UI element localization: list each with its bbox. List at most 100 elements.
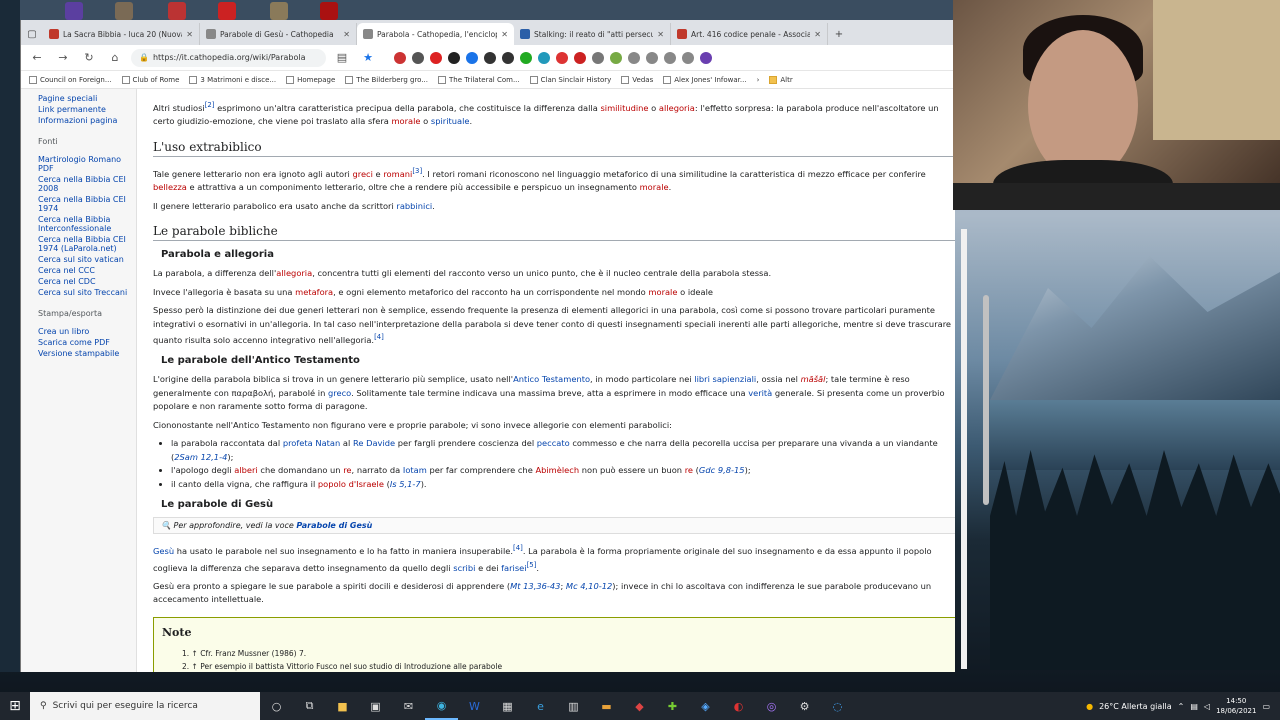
wiki-link[interactable]: verità: [748, 388, 772, 398]
desktop-app-icon[interactable]: [65, 2, 83, 20]
url-field[interactable]: 🔒 https://it.cathopedia.org/wiki/Parabola: [131, 48, 326, 67]
wiki-link[interactable]: morale: [391, 116, 420, 126]
wiki-link[interactable]: re: [343, 465, 351, 475]
bookmark[interactable]: Homepage: [286, 75, 335, 84]
extension-icon[interactable]: [646, 51, 658, 64]
file-explorer-icon[interactable]: ■: [326, 692, 359, 720]
wiki-link[interactable]: Parabole di Gesù: [296, 521, 372, 530]
close-icon[interactable]: ✕: [186, 30, 193, 39]
sidebar-link[interactable]: Cerca sul sito vatican: [38, 255, 136, 264]
ie-icon[interactable]: e: [524, 692, 557, 720]
wiki-link[interactable]: Gesù: [153, 546, 174, 556]
bible-ref-link[interactable]: Mc 4,10-12: [566, 581, 612, 591]
wiki-link[interactable]: morale: [640, 182, 669, 192]
edge-browser-icon[interactable]: ◉: [425, 692, 458, 720]
ref-link[interactable]: [5]: [527, 561, 537, 569]
forward-icon[interactable]: →: [53, 49, 73, 67]
scrollbar-thumb[interactable]: [983, 295, 989, 505]
extension-icon[interactable]: [682, 51, 694, 64]
wiki-link[interactable]: Re Davide: [353, 438, 395, 448]
close-icon[interactable]: ✕: [501, 30, 508, 39]
app-icon[interactable]: ◌: [821, 692, 854, 720]
tab[interactable]: Art. 416 codice penale - Associa ✕: [671, 23, 828, 45]
wiki-link[interactable]: spirituale: [431, 116, 470, 126]
wiki-link[interactable]: popolo d'Israele: [318, 479, 384, 489]
desktop-app-icon[interactable]: [270, 2, 288, 20]
bookmark[interactable]: 3 Matrimoni e disce...: [189, 75, 276, 84]
extension-icon[interactable]: [484, 51, 496, 64]
wiki-link[interactable]: rabbinici: [396, 201, 432, 211]
ref-link[interactable]: [2]: [205, 101, 215, 109]
word-icon[interactable]: W: [458, 692, 491, 720]
tab[interactable]: Parabole di Gesù - Cathopedia ✕: [200, 23, 357, 45]
extension-icon[interactable]: [520, 51, 532, 64]
close-icon[interactable]: ✕: [657, 30, 664, 39]
wiki-link[interactable]: re: [685, 465, 693, 475]
volume-icon[interactable]: ◁: [1204, 702, 1210, 711]
extension-icon[interactable]: [448, 51, 460, 64]
settings-icon[interactable]: ⚙: [788, 692, 821, 720]
sidebar-link[interactable]: Cerca nella Bibbia CEI 2008: [38, 175, 136, 193]
taskbar-search[interactable]: ⚲ Scrivi qui per eseguire la ricerca: [30, 692, 260, 720]
store-icon[interactable]: ▣: [359, 692, 392, 720]
tab-active[interactable]: Parabola - Cathopedia, l'enciclop ✕: [357, 23, 514, 45]
reader-icon[interactable]: ▤: [332, 49, 352, 67]
new-tab-button[interactable]: +: [828, 23, 850, 45]
bible-ref-link[interactable]: Is 5,1-7: [390, 479, 421, 489]
profile-avatar[interactable]: [700, 51, 712, 64]
bookmark[interactable]: Alex Jones' Infowar...: [663, 75, 747, 84]
network-icon[interactable]: ▤: [1190, 702, 1198, 711]
app-icon[interactable]: ✚: [656, 692, 689, 720]
tab[interactable]: La Sacra Bibbia - luca 20 (Nuova ✕: [43, 23, 200, 45]
extension-icon[interactable]: [430, 51, 442, 64]
notifications-icon[interactable]: ▭: [1262, 702, 1270, 711]
wiki-link[interactable]: allegoria: [276, 268, 312, 278]
sidebar-link[interactable]: Cerca nel CCC: [38, 266, 136, 275]
desktop-app-icon[interactable]: [115, 2, 133, 20]
bookmark[interactable]: Clan Sinclair History: [529, 75, 611, 84]
app-icon[interactable]: ◆: [623, 692, 656, 720]
page-scrollbar[interactable]: [961, 229, 967, 669]
extension-icon[interactable]: [466, 51, 478, 64]
wiki-link[interactable]: similitudine: [600, 103, 648, 113]
sidebar-link[interactable]: Cerca sul sito Treccani: [38, 288, 136, 297]
wiki-link[interactable]: allegoria: [659, 103, 695, 113]
sidebar-link[interactable]: Cerca nella Bibbia CEI 1974 (LaParola.ne…: [38, 235, 136, 253]
app-icon[interactable]: ◐: [722, 692, 755, 720]
wiki-link[interactable]: Abimèlech: [535, 465, 579, 475]
sidebar-link[interactable]: Link permanente: [38, 105, 136, 114]
weather-text[interactable]: 26°C Allerta gialla: [1099, 702, 1172, 711]
bookmark[interactable]: Club of Rome: [121, 75, 179, 84]
bookmark[interactable]: Council on Foreign...: [29, 75, 112, 84]
sidebar-link[interactable]: Cerca nella Bibbia Interconfessionale: [38, 215, 136, 233]
sidebar-link[interactable]: Crea un libro: [38, 327, 136, 336]
wiki-link[interactable]: farisei: [501, 562, 526, 572]
folder-icon[interactable]: ▬: [590, 692, 623, 720]
extension-icon[interactable]: [556, 51, 568, 64]
home-icon[interactable]: ⌂: [105, 49, 125, 67]
bookmark-folder[interactable]: Altr: [769, 75, 793, 84]
app-icon[interactable]: ▥: [557, 692, 590, 720]
wiki-link[interactable]: peccato: [537, 438, 570, 448]
clock[interactable]: 14:50 18/06/2021: [1216, 696, 1256, 716]
extension-icon[interactable]: [412, 51, 424, 64]
bible-ref-link[interactable]: Mt 13,36-43: [510, 581, 560, 591]
wiki-link[interactable]: libri sapienziali: [694, 374, 756, 384]
sidebar-link[interactable]: Informazioni pagina: [38, 116, 136, 125]
wiki-link[interactable]: Iotam: [403, 465, 427, 475]
ref-link[interactable]: [3]: [412, 167, 422, 175]
extension-icon[interactable]: [574, 51, 586, 64]
task-view-icon[interactable]: ⧉: [293, 692, 326, 720]
app-icon[interactable]: ◈: [689, 692, 722, 720]
ref-link[interactable]: [4]: [513, 544, 523, 552]
close-icon[interactable]: ✕: [343, 30, 350, 39]
reload-icon[interactable]: ↻: [79, 49, 99, 67]
bookmarks-overflow-icon[interactable]: ›: [757, 76, 760, 84]
sidebar-link[interactable]: Versione stampabile: [38, 349, 136, 358]
bookmark[interactable]: The Bilderberg gro...: [345, 75, 428, 84]
extension-icon[interactable]: [628, 51, 640, 64]
back-icon[interactable]: ←: [27, 49, 47, 67]
close-icon[interactable]: ✕: [814, 30, 821, 39]
sidebar-link[interactable]: Cerca nella Bibbia CEI 1974: [38, 195, 136, 213]
extension-icon[interactable]: [610, 51, 622, 64]
